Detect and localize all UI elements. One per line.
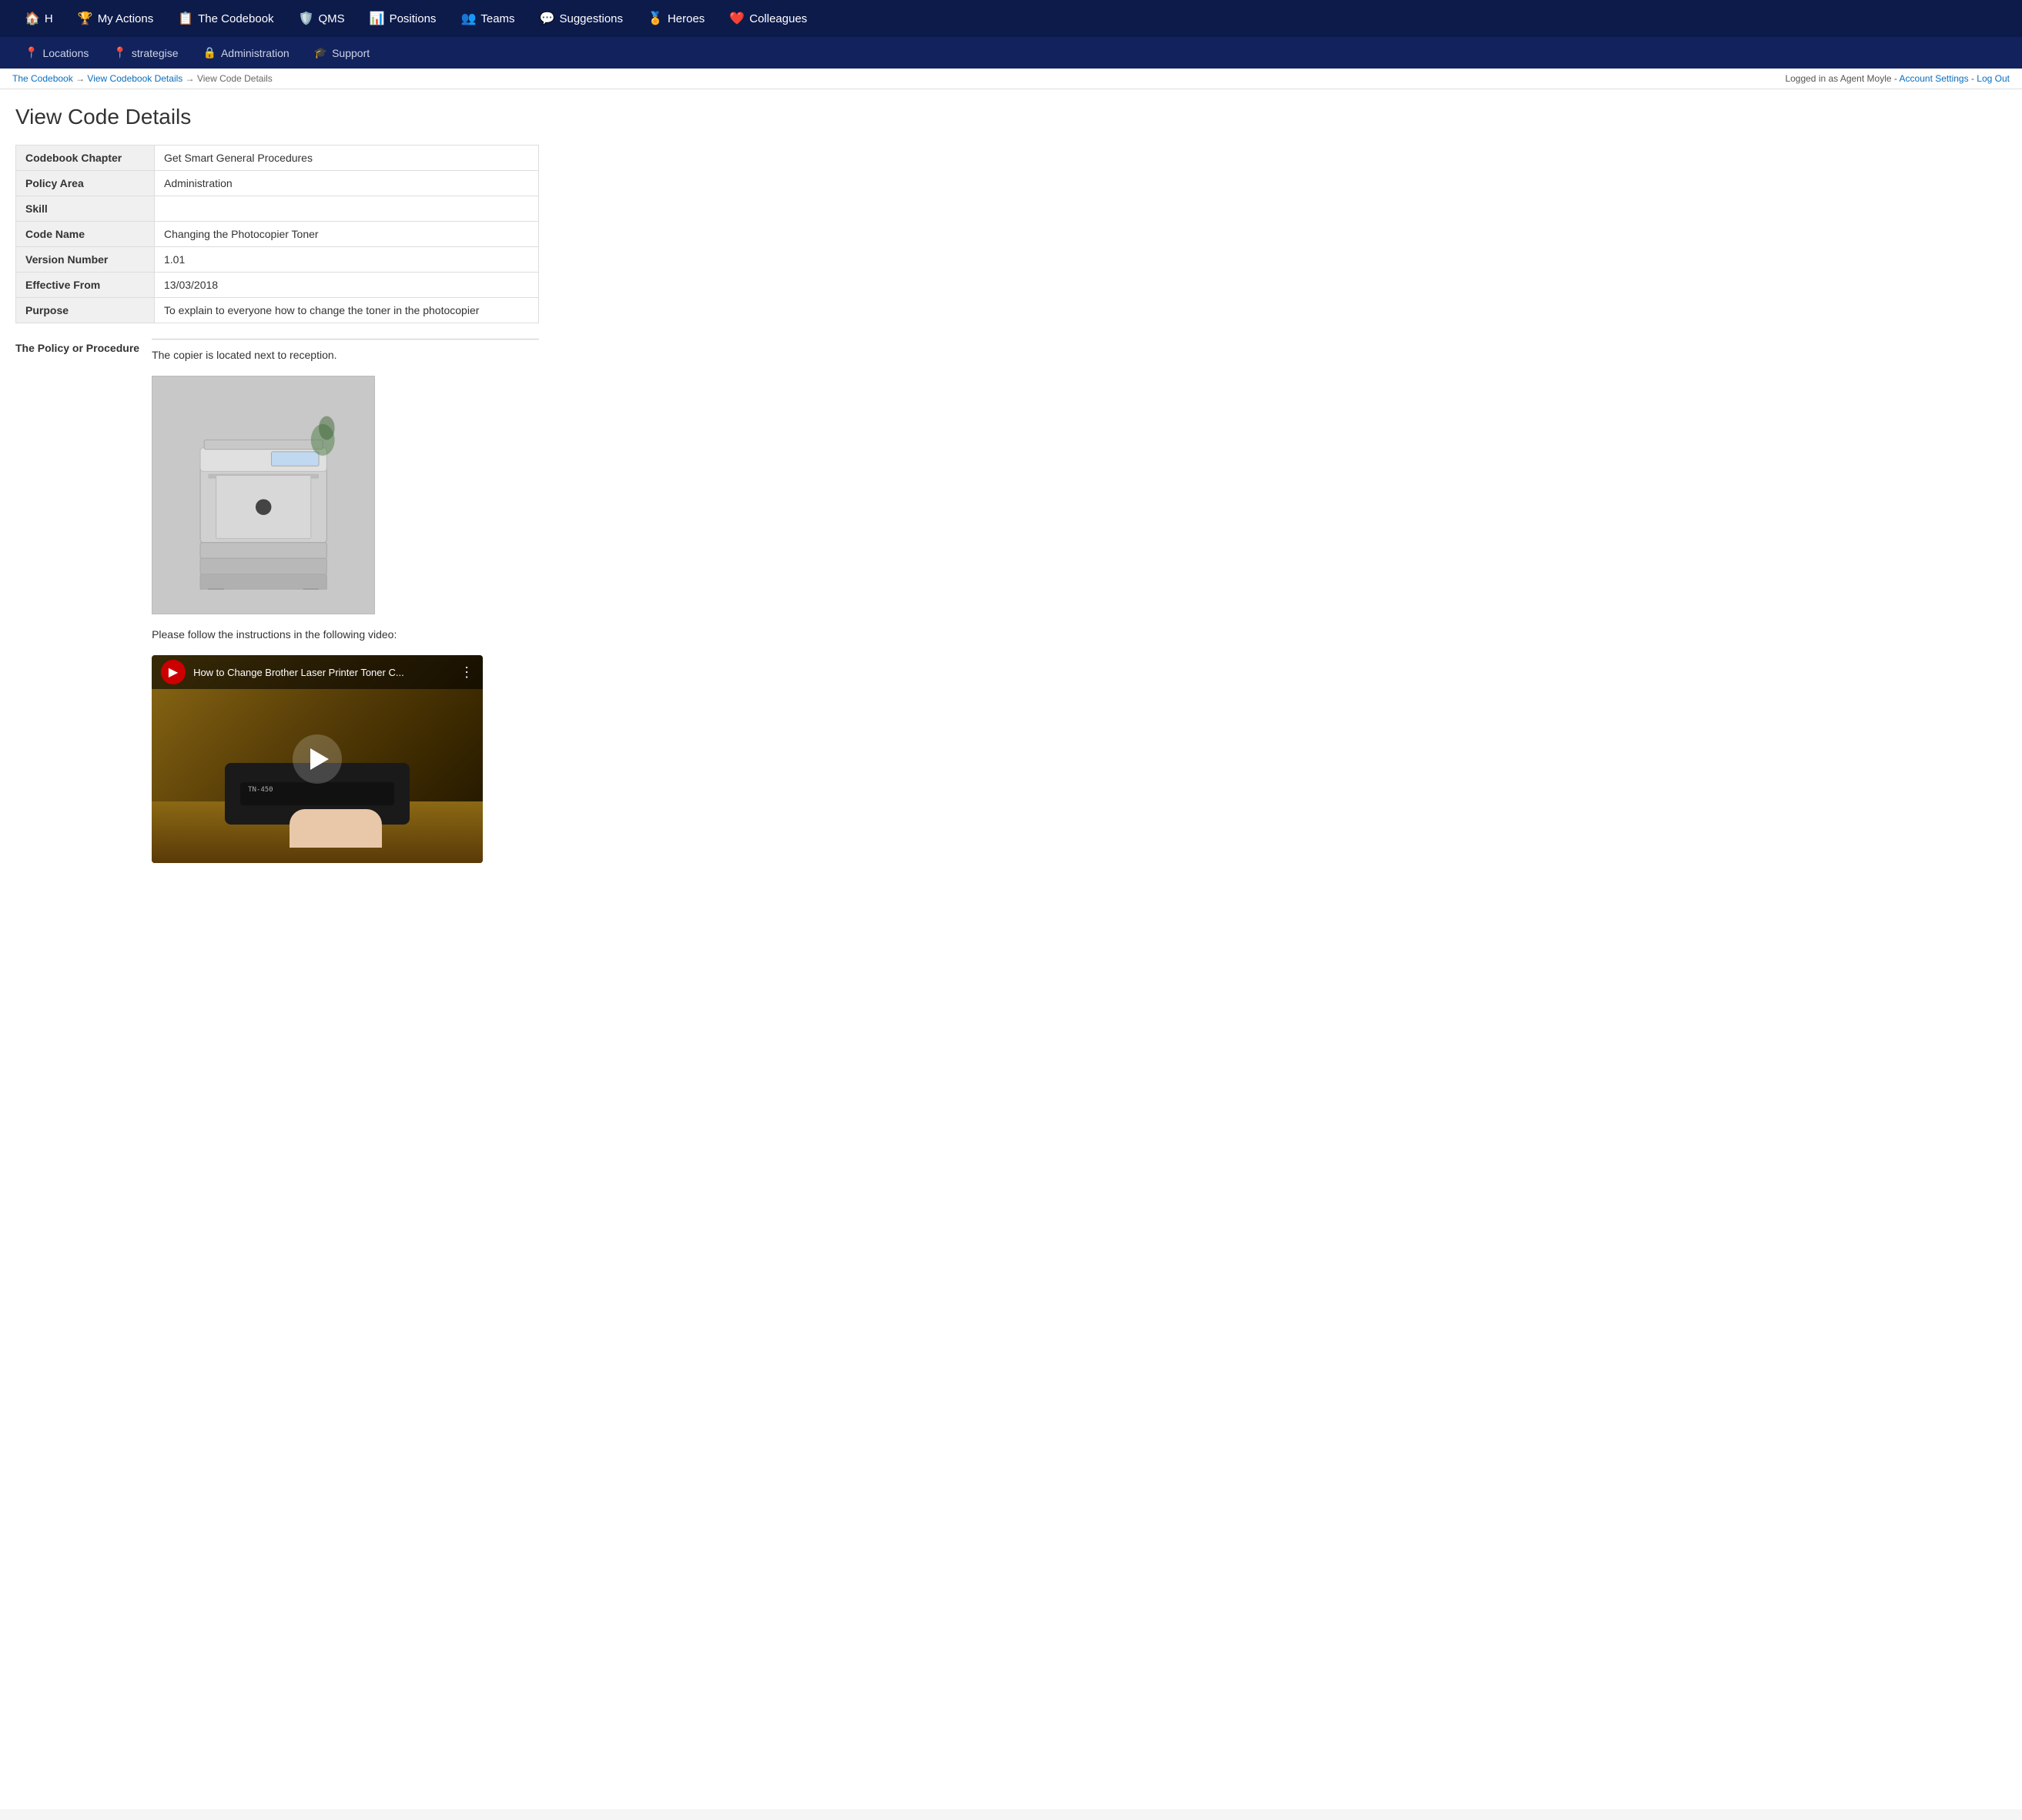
nav-teams[interactable]: 👥 Teams <box>448 0 527 37</box>
detail-row: Policy AreaAdministration <box>16 171 539 196</box>
breadcrumb: The Codebook → View Codebook Details → V… <box>12 73 273 84</box>
breadcrumb-sep2: → <box>186 73 197 84</box>
detail-row: PurposeTo explain to everyone how to cha… <box>16 298 539 323</box>
nav-support-label: Support <box>332 47 370 59</box>
breadcrumb-sep1: → <box>75 73 87 84</box>
nav-qms-label: QMS <box>318 12 344 25</box>
detail-row: Codebook ChapterGet Smart General Proced… <box>16 146 539 171</box>
page-title: View Code Details <box>15 105 2007 129</box>
administration-icon: 🔒 <box>203 46 216 59</box>
nav-home-label: H <box>45 12 53 25</box>
nav-suggestions[interactable]: 💬 Suggestions <box>527 0 635 37</box>
detail-value: Changing the Photocopier Toner <box>155 222 539 247</box>
suggestions-icon: 💬 <box>540 11 555 26</box>
policy-intro: The copier is located next to reception. <box>152 347 539 363</box>
nav-positions-label: Positions <box>390 12 437 25</box>
detail-value <box>155 196 539 222</box>
nav-suggestions-label: Suggestions <box>559 12 623 25</box>
qms-icon: 🛡️ <box>299 11 314 26</box>
detail-label: Policy Area <box>16 171 155 196</box>
nav-my-actions[interactable]: 🏆 My Actions <box>65 0 166 37</box>
nav-strategise[interactable]: 📍 strategise <box>101 37 190 69</box>
heroes-icon: 🏅 <box>648 11 663 26</box>
play-button[interactable] <box>293 734 342 784</box>
detail-label: Codebook Chapter <box>16 146 155 171</box>
nav-administration-label: Administration <box>221 47 290 59</box>
breadcrumb-bar: The Codebook → View Codebook Details → V… <box>0 69 2022 89</box>
teams-icon: 👥 <box>460 11 476 26</box>
detail-value: 13/03/2018 <box>155 273 539 298</box>
detail-row: Version Number1.01 <box>16 247 539 273</box>
detail-row: Code NameChanging the Photocopier Toner <box>16 222 539 247</box>
positions-icon: 📊 <box>370 11 385 26</box>
nav-codebook-label: The Codebook <box>198 12 273 25</box>
nav-colleagues[interactable]: ❤️ Colleagues <box>717 0 819 37</box>
video-intro: Please follow the instructions in the fo… <box>152 627 539 643</box>
nav-positions[interactable]: 📊 Positions <box>357 0 449 37</box>
detail-value: Administration <box>155 171 539 196</box>
nav-heroes[interactable]: 🏅 Heroes <box>635 0 717 37</box>
detail-value: 1.01 <box>155 247 539 273</box>
nav-home[interactable]: 🏠 H <box>12 0 65 37</box>
top-nav: 🏠 H 🏆 My Actions 📋 The Codebook 🛡️ QMS 📊… <box>0 0 2022 37</box>
colleagues-icon: ❤️ <box>729 11 745 26</box>
breadcrumb-current: View Code Details <box>197 73 273 84</box>
logout-link[interactable]: Log Out <box>1977 73 2010 84</box>
policy-section: The Policy or Procedure The copier is lo… <box>15 339 539 863</box>
sub-nav: 📍 Locations 📍 strategise 🔒 Administratio… <box>0 37 2022 69</box>
nav-my-actions-label: My Actions <box>98 12 154 25</box>
nav-locations[interactable]: 📍 Locations <box>12 37 101 69</box>
nav-teams-label: Teams <box>480 12 514 25</box>
codebook-icon: 📋 <box>178 11 193 26</box>
detail-label: Code Name <box>16 222 155 247</box>
detail-label: Skill <box>16 196 155 222</box>
detail-label: Purpose <box>16 298 155 323</box>
copier-image <box>152 376 375 614</box>
account-settings-link[interactable]: Account Settings <box>1900 73 1969 84</box>
detail-row: Effective From13/03/2018 <box>16 273 539 298</box>
locations-icon: 📍 <box>25 46 38 59</box>
section-label: The Policy or Procedure <box>15 339 139 354</box>
nav-strategise-label: strategise <box>132 47 179 59</box>
detail-label: Effective From <box>16 273 155 298</box>
logged-in-text: Logged in as Agent Moyle - <box>1785 73 1899 84</box>
home-icon: 🏠 <box>25 11 40 26</box>
detail-table: Codebook ChapterGet Smart General Proced… <box>15 145 539 323</box>
breadcrumb-codebook-link[interactable]: The Codebook <box>12 73 73 84</box>
nav-colleagues-label: Colleagues <box>749 12 807 25</box>
nav-locations-label: Locations <box>42 47 89 59</box>
nav-administration[interactable]: 🔒 Administration <box>191 37 302 69</box>
detail-value: To explain to everyone how to change the… <box>155 298 539 323</box>
main-content: View Code Details Codebook ChapterGet Sm… <box>0 89 2022 1809</box>
copier-svg <box>175 400 352 590</box>
trophy-icon: 🏆 <box>78 11 93 26</box>
breadcrumb-codebook-details-link[interactable]: View Codebook Details <box>87 73 182 84</box>
detail-label: Version Number <box>16 247 155 273</box>
section-content: The copier is located next to reception. <box>152 339 539 863</box>
nav-qms[interactable]: 🛡️ QMS <box>286 0 357 37</box>
account-info: Logged in as Agent Moyle - Account Setti… <box>1785 73 2010 84</box>
nav-heroes-label: Heroes <box>668 12 705 25</box>
detail-row: Skill <box>16 196 539 222</box>
nav-codebook[interactable]: 📋 The Codebook <box>166 0 286 37</box>
support-icon: 🎓 <box>314 46 327 59</box>
video-container[interactable]: ▶ How to Change Brother Laser Printer To… <box>152 655 483 863</box>
strategise-icon: 📍 <box>113 46 126 59</box>
detail-value: Get Smart General Procedures <box>155 146 539 171</box>
nav-support[interactable]: 🎓 Support <box>302 37 382 69</box>
